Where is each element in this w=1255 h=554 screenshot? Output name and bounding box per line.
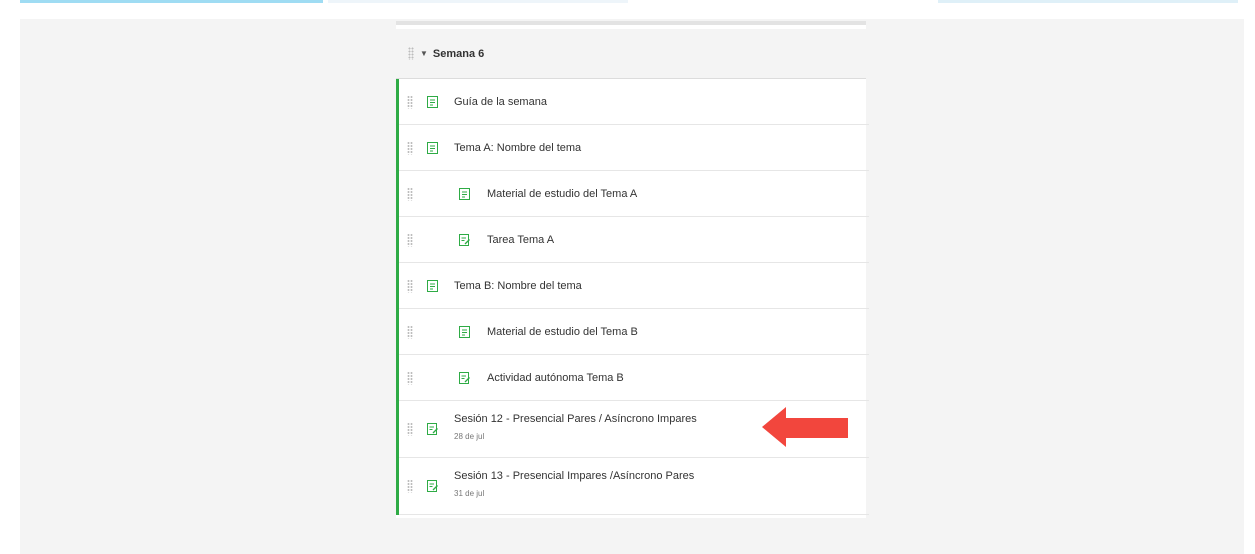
- module-item-link[interactable]: Actividad autónoma Tema B: [487, 372, 624, 384]
- collapse-caret-icon[interactable]: ▼: [420, 49, 428, 58]
- drag-handle-icon[interactable]: [407, 141, 413, 154]
- drag-handle-icon[interactable]: [407, 479, 413, 493]
- assignment-icon: [427, 480, 438, 492]
- module-item-link[interactable]: Sesión 13 - Presencial Impares /Asíncron…: [454, 470, 694, 482]
- drag-handle-icon[interactable]: [407, 422, 413, 436]
- module-item-link[interactable]: Sesión 12 - Presencial Pares / Asíncrono…: [454, 413, 697, 425]
- module-item[interactable]: Tema B: Nombre del tema: [399, 263, 869, 309]
- page-icon: [459, 325, 470, 338]
- tab-indicator-active: [20, 0, 323, 3]
- due-date: 28 de jul: [454, 432, 485, 441]
- assignment-icon: [459, 233, 470, 246]
- module-item-link[interactable]: Tema A: Nombre del tema: [454, 142, 581, 154]
- drag-handle-icon[interactable]: [408, 47, 414, 60]
- module-item[interactable]: Actividad autónoma Tema B: [399, 355, 869, 401]
- due-date: 31 de jul: [454, 489, 485, 498]
- module-title: Semana 6: [432, 47, 485, 60]
- red-arrow-icon: [762, 407, 848, 447]
- top-tab-strip: [0, 0, 1255, 3]
- drag-handle-icon[interactable]: [407, 95, 413, 108]
- page-icon: [427, 141, 438, 154]
- module-item-link[interactable]: Material de estudio del Tema A: [487, 188, 637, 200]
- assignment-icon: [427, 423, 438, 435]
- module-header[interactable]: ▼ Semana 6: [396, 29, 866, 79]
- module-item[interactable]: Guía de la semana: [399, 79, 869, 125]
- module-item-link[interactable]: Tema B: Nombre del tema: [454, 280, 582, 292]
- drag-handle-icon[interactable]: [407, 187, 413, 200]
- tab-indicator: [328, 0, 628, 3]
- drag-handle-icon[interactable]: [407, 233, 413, 246]
- page-icon: [427, 95, 438, 108]
- page-icon: [459, 187, 470, 200]
- module-item-link[interactable]: Material de estudio del Tema B: [487, 326, 638, 338]
- module-item-link[interactable]: Tarea Tema A: [487, 234, 554, 246]
- module-item[interactable]: Material de estudio del Tema A: [399, 171, 869, 217]
- tab-indicator: [938, 0, 1238, 3]
- module-item-link[interactable]: Guía de la semana: [454, 96, 547, 108]
- module-item[interactable]: Tema A: Nombre del tema: [399, 125, 869, 171]
- drag-handle-icon[interactable]: [407, 371, 413, 384]
- drag-handle-icon[interactable]: [407, 325, 413, 338]
- module-item[interactable]: Tarea Tema A: [399, 217, 869, 263]
- drag-handle-icon[interactable]: [407, 279, 413, 292]
- module-item[interactable]: Sesión 13 - Presencial Impares /Asíncron…: [399, 458, 869, 515]
- module-item[interactable]: Material de estudio del Tema B: [399, 309, 869, 355]
- page-icon: [427, 279, 438, 292]
- assignment-icon: [459, 371, 470, 384]
